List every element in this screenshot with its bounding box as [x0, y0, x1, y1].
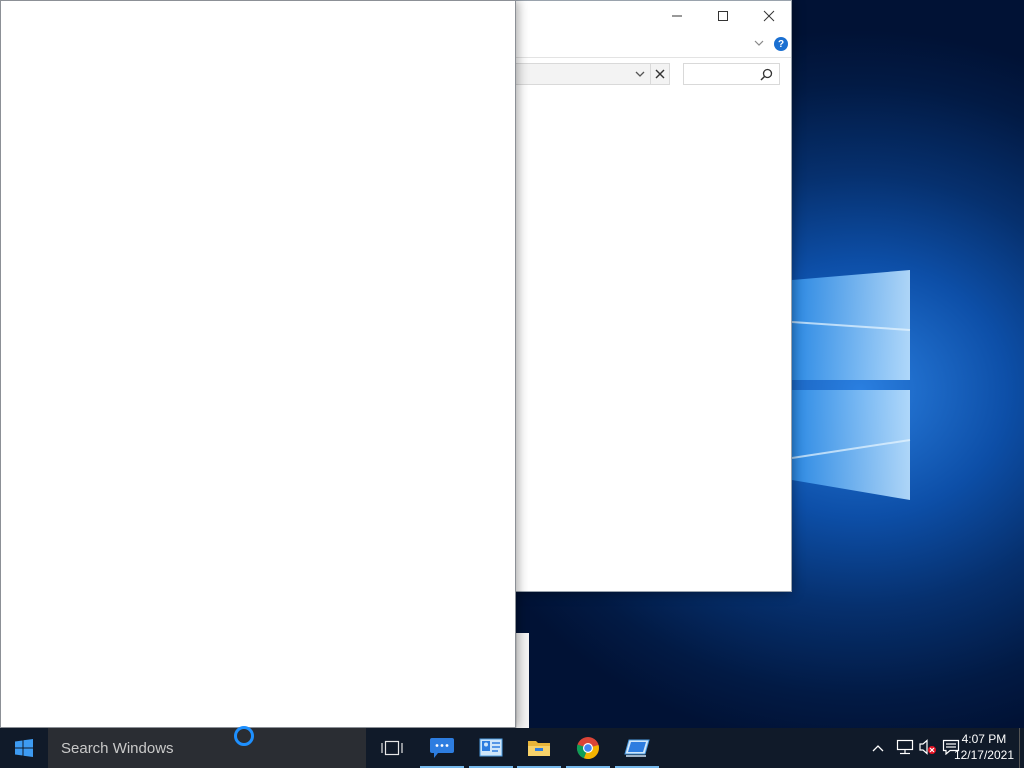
network-button[interactable]	[896, 739, 914, 760]
taskbar-app-remote-desktop[interactable]	[613, 728, 661, 768]
explorer-window: ?	[515, 0, 792, 592]
taskbar-search-box[interactable]: Search Windows	[48, 726, 366, 768]
window-fragment	[516, 633, 529, 728]
minimize-button[interactable]	[654, 1, 700, 31]
explorer-titlebar	[516, 1, 791, 31]
clear-address-button[interactable]	[650, 63, 670, 85]
close-icon	[763, 10, 775, 22]
volume-button[interactable]	[919, 739, 937, 760]
chevron-up-icon	[872, 745, 884, 752]
start-button[interactable]	[0, 728, 48, 768]
desktop: ? Search Windows 4:07 PM 12/17/2021	[0, 0, 1024, 768]
task-view-button[interactable]	[368, 728, 416, 768]
windows-start-icon	[15, 739, 33, 757]
chat-app-icon	[430, 738, 454, 758]
maximize-button[interactable]	[700, 1, 746, 31]
search-icon	[760, 68, 773, 81]
contacts-app-icon	[479, 738, 503, 757]
taskbar-app-contacts[interactable]	[467, 728, 515, 768]
clock-date: 12/17/2021	[953, 748, 1014, 762]
chrome-icon	[576, 737, 599, 760]
network-icon	[896, 739, 914, 755]
clock-time: 4:07 PM	[961, 732, 1007, 746]
search-input[interactable]	[683, 63, 780, 85]
chevron-down-icon[interactable]	[754, 39, 764, 47]
ribbon-bar: ?	[516, 31, 791, 58]
taskbar-app-chrome[interactable]	[564, 728, 612, 768]
volume-muted-icon	[919, 739, 936, 755]
show-hidden-icons-button[interactable]	[872, 740, 884, 758]
windows-wallpaper-logo	[791, 270, 911, 500]
system-tray: 4:07 PM 12/17/2021	[844, 728, 1024, 768]
taskbar: Search Windows 4:07 PM 12/17/2021	[0, 726, 1024, 768]
chevron-down-icon[interactable]	[635, 70, 645, 78]
task-view-icon	[381, 740, 403, 756]
remote-desktop-icon	[624, 739, 650, 757]
taskbar-clock[interactable]: 4:07 PM 12/17/2021	[954, 731, 1014, 763]
help-icon[interactable]: ?	[774, 37, 788, 51]
close-icon	[655, 69, 665, 79]
show-desktop-button[interactable]	[1019, 728, 1024, 768]
close-button[interactable]	[746, 1, 792, 31]
search-placeholder: Search Windows	[61, 739, 174, 757]
cortana-icon[interactable]	[234, 726, 254, 746]
maximize-icon	[718, 11, 728, 21]
file-explorer-icon	[528, 741, 550, 756]
minimize-icon	[672, 15, 682, 17]
address-bar[interactable]	[516, 63, 670, 85]
taskbar-app-chat[interactable]	[418, 728, 466, 768]
taskbar-app-file-explorer[interactable]	[515, 728, 563, 768]
blank-window[interactable]	[0, 0, 516, 728]
